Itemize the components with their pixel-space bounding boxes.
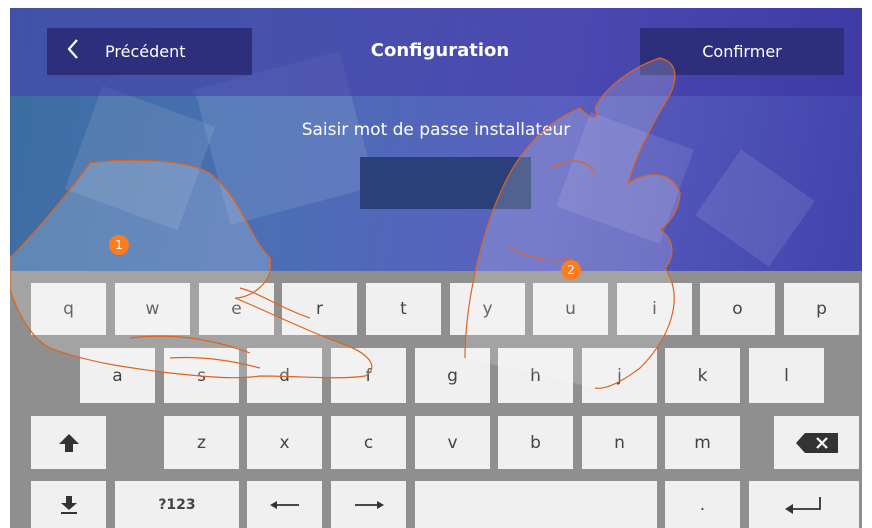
key-label: j [617,365,622,386]
hide-keyboard-key[interactable] [31,481,106,528]
key-w[interactable]: w [115,283,190,335]
arrow-left-icon [269,500,300,510]
key-o[interactable]: o [700,283,775,335]
key-label: t [400,299,407,319]
back-button[interactable]: Précédent [47,28,252,75]
key-x[interactable]: x [247,416,322,469]
key-label: l [784,365,789,386]
shift-up-icon [58,433,80,453]
background-cube [64,85,216,231]
key-label: e [231,299,242,319]
key-y[interactable]: y [450,283,525,335]
cursor-left-key[interactable] [247,481,322,528]
key-t[interactable]: t [366,283,441,335]
key-label: n [614,432,625,453]
cursor-right-key[interactable] [331,481,406,528]
on-screen-keyboard: q w e r t y u i o p a s d f g h j k l z … [10,271,862,528]
page-title: Configuration [370,40,510,61]
key-label: x [279,432,290,453]
confirm-button-label: Confirmer [702,42,782,61]
key-l[interactable]: l [749,348,824,403]
numbers-key[interactable]: ?123 [115,481,239,528]
key-c[interactable]: c [331,416,406,469]
key-label: g [447,365,458,386]
top-bar: Précédent Configuration Confirmer [10,8,862,96]
key-label: k [697,365,708,386]
key-label: a [112,365,123,386]
key-label: w [145,299,160,319]
backspace-key[interactable] [774,416,859,469]
key-label: u [565,299,576,319]
key-z[interactable]: z [164,416,239,469]
key-m[interactable]: m [665,416,740,469]
key-label: v [447,432,458,453]
key-label: r [316,299,323,319]
key-label: z [197,432,206,453]
key-label: f [365,365,372,386]
key-e[interactable]: e [199,283,274,335]
badge-label: 1 [115,238,123,252]
step-2-badge: 2 [561,260,581,280]
key-label: y [482,299,493,319]
key-s[interactable]: s [164,348,239,403]
key-q[interactable]: q [31,283,106,335]
hide-keyboard-icon [58,495,80,515]
key-label: c [363,432,374,453]
password-field[interactable] [360,157,531,209]
key-label: . [699,494,706,515]
key-k[interactable]: k [665,348,740,403]
enter-icon [785,496,823,514]
key-i[interactable]: i [617,283,692,335]
badge-label: 2 [567,263,575,277]
step-1-badge: 1 [109,235,129,255]
key-f[interactable]: f [331,348,406,403]
key-label: p [816,299,827,319]
back-button-label: Précédent [105,42,186,61]
key-label: h [530,365,541,386]
key-label: o [732,299,743,319]
key-label: b [530,432,541,453]
password-prompt: Saisir mot de passe installateur [301,120,571,140]
confirm-button[interactable]: Confirmer [640,28,844,75]
shift-key[interactable] [31,416,106,469]
key-d[interactable]: d [247,348,322,403]
key-label: i [652,299,657,319]
key-p[interactable]: p [784,283,859,335]
key-h[interactable]: h [498,348,573,403]
key-label: s [197,365,206,386]
key-r[interactable]: r [282,283,357,335]
key-j[interactable]: j [582,348,657,403]
key-u[interactable]: u [533,283,608,335]
key-a[interactable]: a [80,348,155,403]
background-cube [695,149,815,267]
key-label: ?123 [158,496,196,513]
device-screen: Précédent Configuration Confirmer Saisir… [10,8,862,528]
space-key[interactable] [415,481,657,528]
key-label: q [63,299,74,319]
key-period[interactable]: . [665,481,740,528]
key-g[interactable]: g [415,348,490,403]
backspace-icon [795,432,839,454]
key-b[interactable]: b [498,416,573,469]
key-label: d [279,365,290,386]
key-v[interactable]: v [415,416,490,469]
enter-key[interactable] [749,481,859,528]
chevron-left-icon [67,38,79,65]
arrow-right-icon [354,500,384,510]
key-label: m [694,432,711,453]
key-n[interactable]: n [582,416,657,469]
